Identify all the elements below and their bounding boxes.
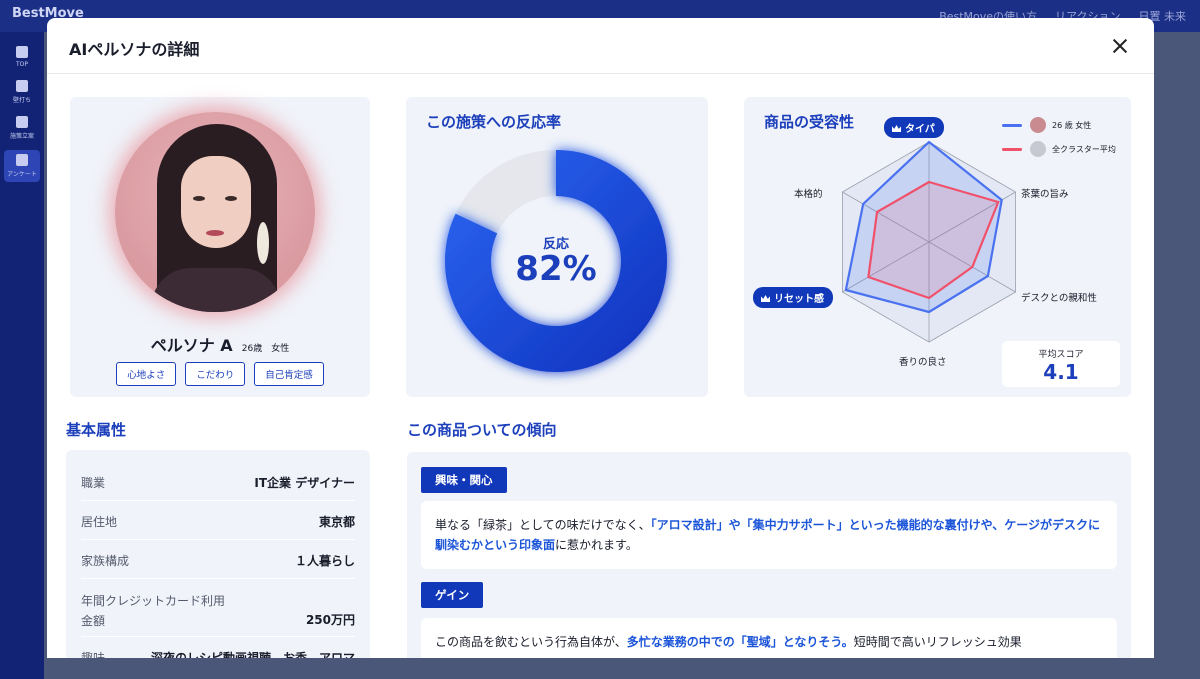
score-value: 4.1 — [1043, 360, 1079, 384]
attribute-row: 職業 IT企業 デザイナー — [81, 462, 355, 501]
attribute-row: 家族構成 １人暮らし — [81, 540, 355, 579]
attributes-title: 基本属性 — [66, 421, 127, 439]
acceptance-card: 商品の受容性 タイパ 茶葉の旨み デスクとの親和性 香りの良さ リセット感 本格… — [744, 97, 1131, 397]
sidebar-item-survey[interactable]: アンケート — [4, 150, 40, 182]
sidebar-item-label: TOP — [15, 61, 28, 68]
persona-tag: 自己肯定感 — [254, 362, 324, 386]
modal-title: AIペルソナの詳細 — [69, 40, 200, 59]
axis-label: デスクとの親和性 — [1021, 293, 1097, 304]
home-icon — [16, 46, 28, 58]
attribute-row: 趣味 深夜のレシピ動画視聴、お香、アロマ — [81, 651, 355, 658]
avatar — [115, 112, 315, 312]
persona-name: ペルソナ A — [150, 336, 233, 355]
avatar-icon — [1030, 117, 1046, 133]
sidebar-item-plan[interactable]: 施策立案 — [4, 112, 40, 144]
legend-item-persona: 26 歳 女性 — [1002, 117, 1116, 133]
survey-icon — [16, 154, 28, 166]
persona-card: ペルソナ A 26歳 女性 心地よさ こだわり 自己肯定感 — [70, 97, 370, 397]
persona-detail-modal: AIペルソナの詳細 ペルソナ A 26歳 女性 心地よさ こだわり 自己肯定感 … — [47, 18, 1154, 658]
attribute-row: 居住地 東京都 — [81, 501, 355, 540]
tendency-heading: 興味・関心 — [421, 467, 507, 493]
bulb-icon — [16, 116, 28, 128]
persona-tag: 心地よさ — [116, 362, 177, 386]
sidebar: TOP 壁打ち 施策立案 アンケート — [0, 32, 44, 679]
attribute-row: 年間クレジットカード利用金額 250万円 — [81, 579, 355, 637]
reaction-value: 82% — [515, 249, 597, 289]
tendency-title: この商品ついての傾向 — [407, 421, 557, 439]
persona-tag: こだわり — [185, 362, 246, 386]
axis-label: 本格的 — [794, 189, 823, 200]
group-icon — [1030, 141, 1046, 157]
score-label: 平均スコア — [1038, 350, 1084, 360]
average-score-box: 平均スコア 4.1 — [1002, 341, 1120, 387]
close-icon[interactable] — [1108, 34, 1132, 58]
crown-icon — [892, 125, 901, 132]
axis-label: 茶葉の旨み — [1021, 189, 1069, 200]
axis-label-pill: タイパ — [884, 117, 944, 138]
sidebar-item-top[interactable]: TOP — [4, 42, 40, 74]
sidebar-item-chat[interactable]: 壁打ち — [4, 76, 40, 108]
sidebar-item-label: アンケート — [7, 171, 37, 178]
persona-meta: 26歳 女性 — [241, 344, 290, 354]
crown-icon — [761, 295, 770, 302]
radar-legend: 26 歳 女性 全クラスター平均 — [1002, 117, 1116, 165]
modal-header: AIペルソナの詳細 — [47, 18, 1154, 74]
tendency-card: 興味・関心 単なる「緑茶」としての味だけでなく、「アロマ設計」や「集中力サポート… — [407, 452, 1131, 658]
tendency-heading: ゲイン — [421, 582, 484, 608]
tendency-text: この商品を飲むという行為自体が、多忙な業務の中での「聖域」となりそう。短時間で高… — [421, 618, 1117, 658]
sidebar-item-label: 壁打ち — [12, 97, 31, 104]
legend-item-average: 全クラスター平均 — [1002, 141, 1116, 157]
reaction-card: この施策への反応率 反応 82% — [406, 97, 708, 397]
axis-label: 香りの良さ — [899, 357, 947, 368]
attributes-card: 職業 IT企業 デザイナー 居住地 東京都 家族構成 １人暮らし 年間クレジット… — [66, 450, 370, 658]
chat-icon — [16, 80, 28, 92]
persona-name-row: ペルソナ A 26歳 女性 — [70, 332, 370, 356]
axis-label-pill: リセット感 — [753, 287, 833, 308]
persona-tags: 心地よさ こだわり 自己肯定感 — [70, 362, 370, 386]
tendency-text: 単なる「緑茶」としての味だけでなく、「アロマ設計」や「集中力サポート」といった機… — [421, 501, 1117, 569]
sidebar-item-label: 施策立案 — [9, 133, 34, 140]
